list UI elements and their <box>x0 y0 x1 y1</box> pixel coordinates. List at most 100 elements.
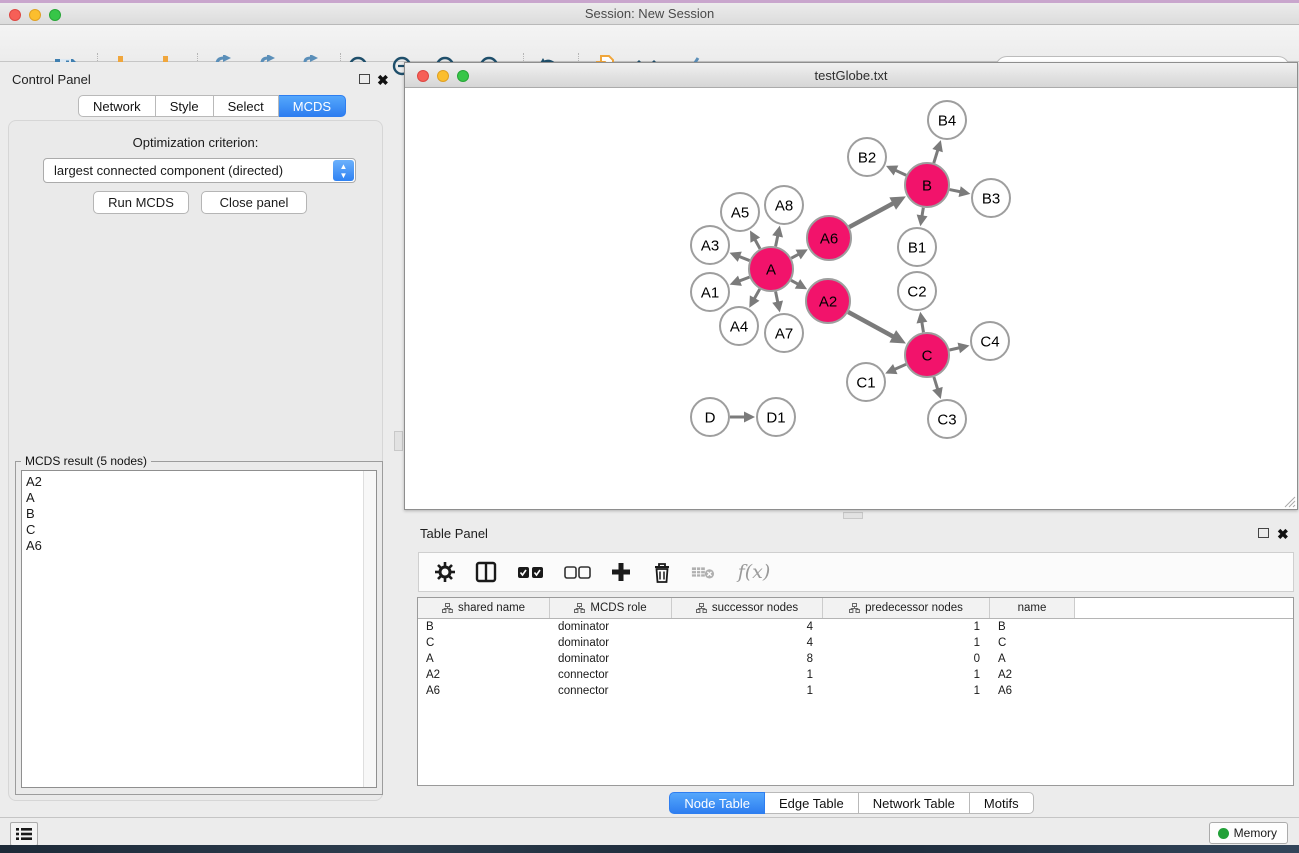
float-table-panel-icon[interactable] <box>1258 528 1269 538</box>
column-header-mcds-role[interactable]: MCDS role <box>550 598 672 618</box>
table-cell[interactable]: 1 <box>672 667 823 683</box>
edge-A-A7[interactable] <box>772 292 783 313</box>
node-A6[interactable]: A6 <box>807 216 851 260</box>
table-cell[interactable]: connector <box>550 667 672 683</box>
edge-B-B2[interactable] <box>886 166 906 176</box>
mcds-result-item[interactable]: B <box>26 506 360 522</box>
delete-table-button[interactable] <box>691 560 715 584</box>
table-row[interactable]: A2connector11A2 <box>418 667 1293 683</box>
column-header-successor-nodes[interactable]: successor nodes <box>672 598 823 618</box>
node-B3[interactable]: B3 <box>972 179 1010 217</box>
table-cell[interactable]: dominator <box>550 635 672 651</box>
edge-B-B4[interactable] <box>932 140 943 163</box>
mcds-result-item[interactable]: C <box>26 522 360 538</box>
task-history-button[interactable] <box>10 822 38 846</box>
edge-A-A2[interactable] <box>791 279 807 289</box>
table-cell[interactable]: 0 <box>823 651 990 667</box>
edge-B-B1[interactable] <box>917 208 928 227</box>
node-B4[interactable]: B4 <box>928 101 966 139</box>
memory-button[interactable]: Memory <box>1209 822 1288 844</box>
function-builder-button[interactable]: f(x) <box>732 560 776 584</box>
delete-row-button[interactable] <box>650 560 674 584</box>
table-cell[interactable]: A6 <box>990 683 1075 699</box>
table-settings-button[interactable] <box>433 560 457 584</box>
node-C3[interactable]: C3 <box>928 400 966 438</box>
mcds-result-list[interactable]: A2ABCA6 <box>21 470 377 788</box>
edge-C-C1[interactable] <box>885 364 906 374</box>
column-header-shared-name[interactable]: shared name <box>418 598 550 618</box>
run-mcds-button[interactable]: Run MCDS <box>93 191 189 214</box>
tab-style[interactable]: Style <box>156 95 214 117</box>
close-table-panel-icon[interactable]: ✖ <box>1277 529 1289 539</box>
optimization-criterion-select[interactable]: largest connected component (directed) ▲… <box>43 158 356 183</box>
horizontal-splitter-handle[interactable] <box>843 512 863 519</box>
mcds-result-item[interactable]: A <box>26 490 360 506</box>
table-cell[interactable]: 1 <box>823 635 990 651</box>
deselect-all-button[interactable] <box>562 560 592 584</box>
mcds-result-item[interactable]: A2 <box>26 474 360 490</box>
resize-grip-icon[interactable] <box>1282 494 1296 508</box>
network-canvas[interactable]: B4B2BB3B1A6A8A5A3AA1A4A7A2C2C4CC1C3DD1 <box>405 88 1297 509</box>
node-B[interactable]: B <box>905 163 949 207</box>
tab-motifs[interactable]: Motifs <box>970 792 1034 814</box>
table-row[interactable]: A6connector11A6 <box>418 683 1293 699</box>
show-columns-button[interactable] <box>474 560 498 584</box>
float-panel-icon[interactable] <box>359 74 370 84</box>
edge-A6-B[interactable] <box>849 196 906 227</box>
table-cell[interactable]: 1 <box>823 683 990 699</box>
edge-A-A3[interactable] <box>730 252 750 262</box>
edge-A-A8[interactable] <box>772 226 783 247</box>
table-cell[interactable]: dominator <box>550 619 672 635</box>
table-cell[interactable]: C <box>990 635 1075 651</box>
node-D1[interactable]: D1 <box>757 398 795 436</box>
table-cell[interactable]: A <box>418 651 550 667</box>
table-row[interactable]: Adominator80A <box>418 651 1293 667</box>
edge-A-A1[interactable] <box>730 276 750 286</box>
list-scrollbar[interactable] <box>363 471 376 787</box>
node-C[interactable]: C <box>905 333 949 377</box>
node-A4[interactable]: A4 <box>720 307 758 345</box>
tab-edge-table[interactable]: Edge Table <box>765 792 859 814</box>
node-D[interactable]: D <box>691 398 729 436</box>
mcds-result-item[interactable]: A6 <box>26 538 360 554</box>
table-cell[interactable]: 4 <box>672 619 823 635</box>
table-cell[interactable]: 1 <box>823 619 990 635</box>
add-row-button[interactable] <box>609 560 633 584</box>
node-C2[interactable]: C2 <box>898 272 936 310</box>
column-header-predecessor-nodes[interactable]: predecessor nodes <box>823 598 990 618</box>
table-cell[interactable]: 4 <box>672 635 823 651</box>
tab-node-table[interactable]: Node Table <box>669 792 765 814</box>
node-A7[interactable]: A7 <box>765 314 803 352</box>
edge-A-A6[interactable] <box>791 249 808 259</box>
network-window-titlebar[interactable]: testGlobe.txt <box>405 63 1297 88</box>
column-header-name[interactable]: name <box>990 598 1075 618</box>
app-titlebar[interactable]: Session: New Session <box>0 3 1299 25</box>
table-cell[interactable]: 1 <box>823 667 990 683</box>
node-table[interactable]: shared nameMCDS rolesuccessor nodesprede… <box>417 597 1294 786</box>
edge-B-B3[interactable] <box>950 186 971 197</box>
tab-select[interactable]: Select <box>214 95 279 117</box>
edge-C-C4[interactable] <box>949 343 969 354</box>
select-all-button[interactable] <box>515 560 545 584</box>
close-panel-button[interactable]: Close panel <box>201 191 307 214</box>
table-cell[interactable]: 1 <box>672 683 823 699</box>
tab-network[interactable]: Network <box>78 95 156 117</box>
edge-A2-C[interactable] <box>848 312 906 343</box>
edge-A-A4[interactable] <box>749 289 759 308</box>
node-A5[interactable]: A5 <box>721 193 759 231</box>
table-cell[interactable]: C <box>418 635 550 651</box>
node-A8[interactable]: A8 <box>765 186 803 224</box>
edge-D-D1[interactable] <box>730 412 755 423</box>
node-A1[interactable]: A1 <box>691 273 729 311</box>
table-row[interactable]: Cdominator41C <box>418 635 1293 651</box>
table-cell[interactable]: B <box>418 619 550 635</box>
table-cell[interactable]: connector <box>550 683 672 699</box>
node-C4[interactable]: C4 <box>971 322 1009 360</box>
node-A2[interactable]: A2 <box>806 279 850 323</box>
table-cell[interactable]: A2 <box>418 667 550 683</box>
node-A[interactable]: A <box>749 247 793 291</box>
node-C1[interactable]: C1 <box>847 363 885 401</box>
node-B2[interactable]: B2 <box>848 138 886 176</box>
table-cell[interactable]: A6 <box>418 683 550 699</box>
tab-network-table[interactable]: Network Table <box>859 792 970 814</box>
